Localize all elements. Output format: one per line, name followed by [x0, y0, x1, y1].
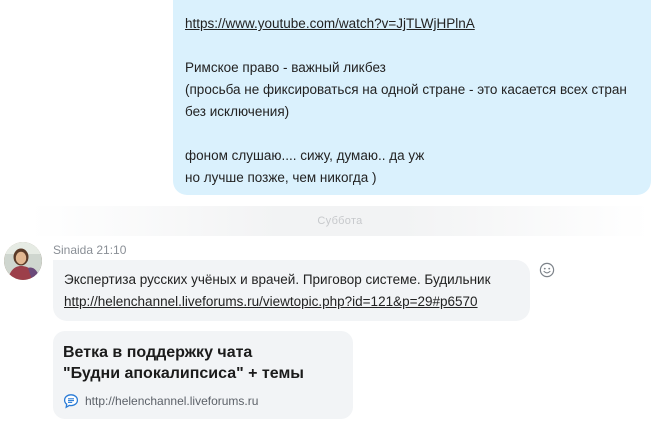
chat-view: https://www.youtube.com/watch?v=JjTLWjHP…: [0, 0, 658, 431]
forum-chat-icon: [63, 393, 79, 409]
link-preview-title-line: Ветка в поддержку чата: [63, 344, 253, 361]
avatar[interactable]: [4, 242, 42, 280]
avatar-photo: [4, 242, 42, 280]
incoming-message-bubble[interactable]: Экспертиза русских учёных и врачей. Приг…: [53, 260, 530, 321]
date-separator: Суббота: [30, 206, 650, 236]
message-text-line: Римское право - важный ликбез: [185, 60, 386, 75]
date-separator-label: Суббота: [317, 215, 363, 227]
sender-name[interactable]: Sinaida: [53, 243, 93, 257]
message-text-line: Экспертиза русских учёных и врачей. Приг…: [64, 272, 491, 287]
message-text-line: но лучше позже, чем никогда ): [185, 170, 377, 185]
youtube-link[interactable]: https://www.youtube.com/watch?v=JjTLWjHP…: [185, 16, 475, 31]
link-preview-title-line: "Будни апокалипсиса" + темы: [63, 365, 304, 382]
message-text-line: фоном слушаю.... сижу, думаю.. да уж: [185, 148, 425, 163]
message-time: 21:10: [96, 243, 127, 257]
message-text-line: (просьба не фиксироваться на одной стран…: [185, 82, 627, 97]
link-preview-card[interactable]: Ветка в поддержку чата "Будни апокалипси…: [53, 331, 353, 419]
link-preview-domain: http://helenchannel.liveforums.ru: [85, 394, 259, 408]
forum-link[interactable]: http://helenchannel.liveforums.ru/viewto…: [64, 294, 478, 309]
sender-meta: Sinaida 21:10: [53, 243, 126, 257]
outgoing-message-bubble[interactable]: https://www.youtube.com/watch?v=JjTLWjHP…: [173, 0, 651, 195]
smiley-icon[interactable]: [539, 262, 555, 278]
message-text-line: без исключения): [185, 104, 290, 119]
link-preview-source: http://helenchannel.liveforums.ru: [63, 393, 343, 409]
